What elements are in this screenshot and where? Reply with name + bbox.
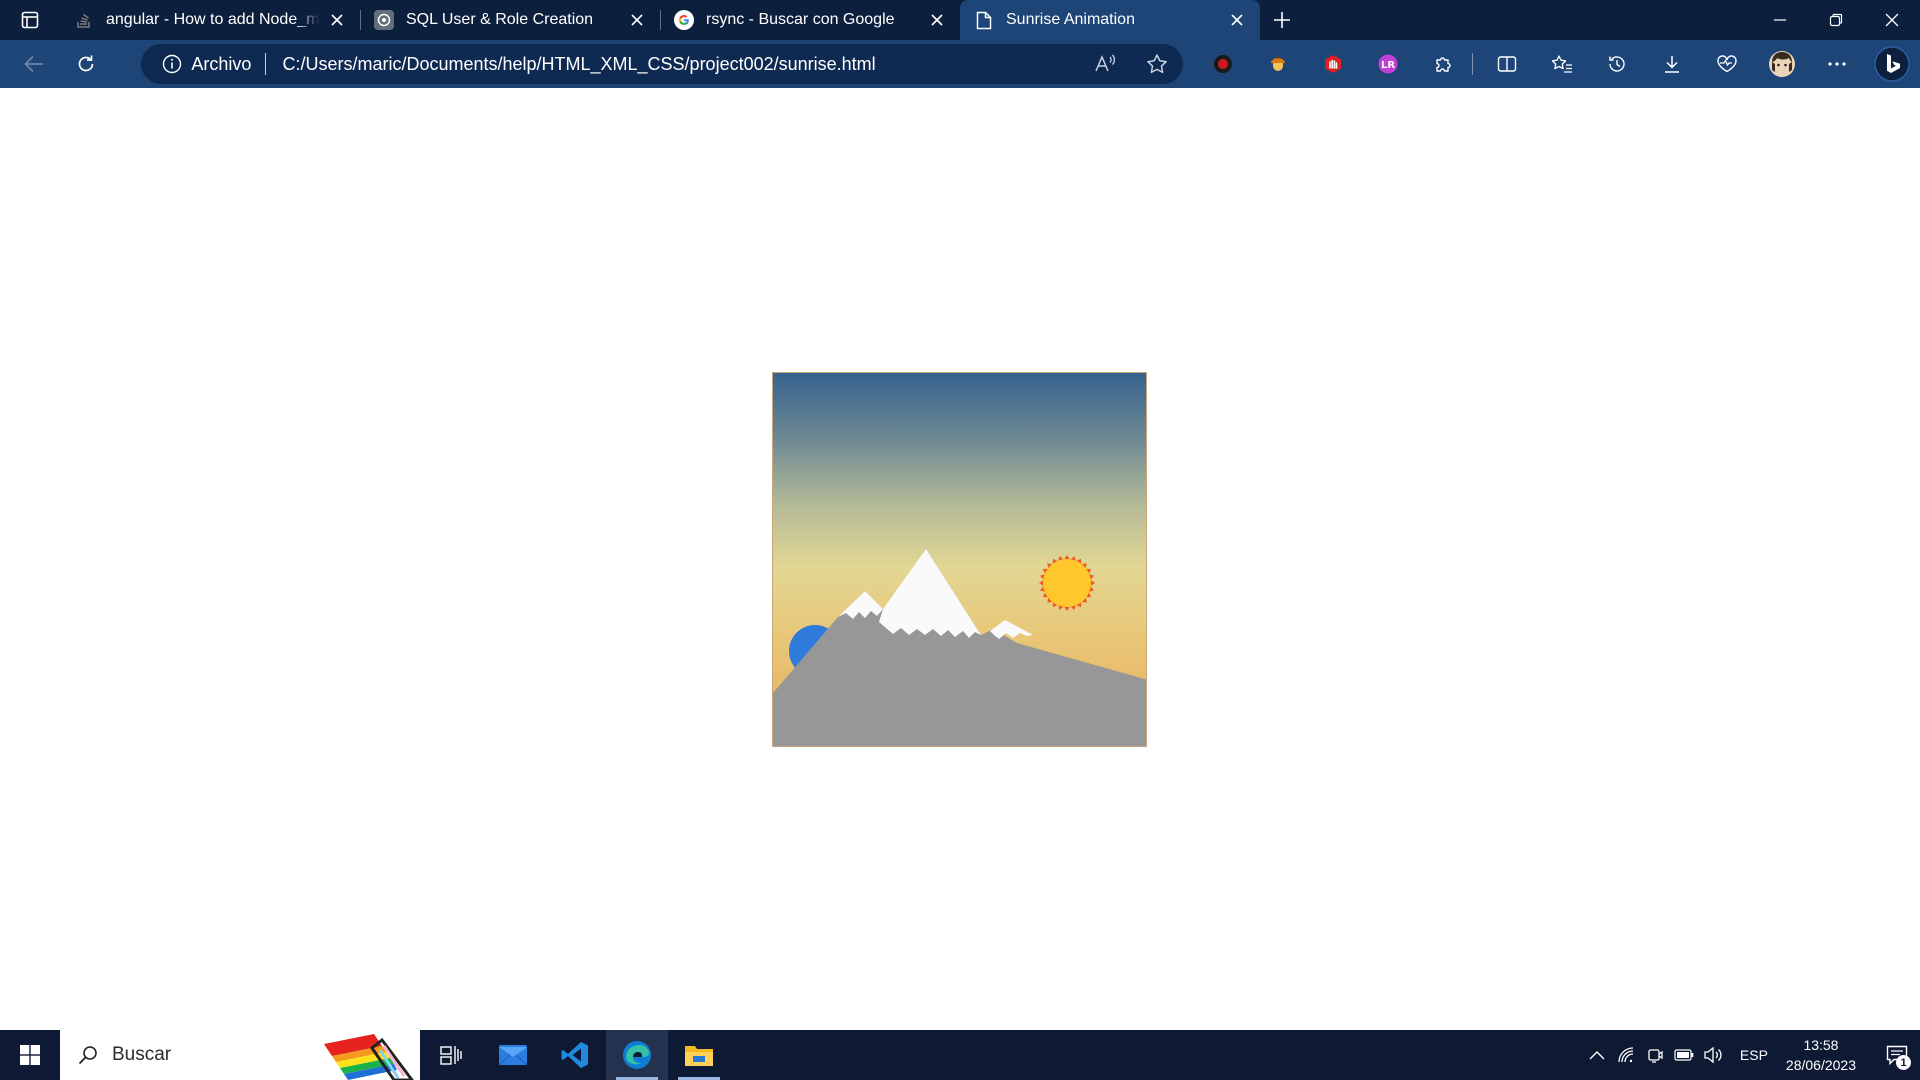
wifi-icon[interactable]	[1612, 1030, 1641, 1080]
close-window-button[interactable]	[1864, 0, 1920, 40]
restore-icon	[1829, 13, 1843, 27]
tab-title: SQL User & Role Creation	[406, 11, 594, 28]
edge-icon	[623, 1041, 651, 1069]
tab-chatgpt[interactable]: SQL User & Role Creation	[360, 0, 660, 40]
back-arrow-icon	[24, 55, 43, 73]
windows-taskbar: Buscar ESP 13:58 28/06/2023 1	[0, 1030, 1920, 1080]
bing-copilot-button[interactable]	[1864, 40, 1920, 88]
url-text[interactable]: C:/Users/maric/Documents/help/HTML_XML_C…	[282, 54, 1079, 75]
tab-actions-button[interactable]	[0, 0, 60, 40]
taskbar-search-box[interactable]: Buscar	[60, 1030, 420, 1080]
close-icon	[1885, 13, 1899, 27]
toolbar-divider	[1472, 53, 1474, 75]
snow-cap-right	[990, 620, 1033, 639]
extensions-row: LR	[1195, 40, 1864, 88]
extension-lr-icon[interactable]: LR	[1360, 40, 1415, 88]
svg-text:LR: LR	[1381, 60, 1395, 71]
restore-button[interactable]	[1808, 0, 1864, 40]
plus-icon	[1274, 12, 1290, 28]
clock[interactable]: 13:58 28/06/2023	[1778, 1030, 1874, 1080]
extension-red-hand-icon[interactable]	[1305, 40, 1360, 88]
clock-date: 28/06/2023	[1785, 1057, 1856, 1073]
page-content	[0, 88, 1920, 1030]
address-bar[interactable]: Archivo C:/Users/maric/Documents/help/HT…	[141, 44, 1184, 84]
system-tray: ESP 13:58 28/06/2023 1	[1583, 1030, 1920, 1080]
close-icon[interactable]	[626, 9, 648, 31]
url-divider	[265, 53, 267, 75]
refresh-icon	[78, 55, 93, 72]
start-button[interactable]	[0, 1030, 60, 1080]
tab-sunrise-animation[interactable]: Sunrise Animation	[960, 0, 1260, 40]
sun	[1039, 555, 1095, 611]
battery-icon[interactable]	[1670, 1030, 1699, 1080]
browser-toolbar: Archivo C:/Users/maric/Documents/help/HT…	[0, 40, 1920, 88]
extension-red-circle-icon[interactable]	[1195, 40, 1250, 88]
extensions-puzzle-icon[interactable]	[1415, 40, 1470, 88]
tab-title: angular - How to add Node_modules	[106, 11, 320, 28]
new-tab-button[interactable]	[1260, 0, 1304, 40]
close-icon[interactable]	[1226, 9, 1248, 31]
minimize-button[interactable]	[1752, 0, 1808, 40]
performance-icon[interactable]	[1699, 40, 1754, 88]
vscode-app-button[interactable]	[544, 1030, 606, 1080]
tab-strip: angular - How to add Node_modules SQL Us…	[0, 0, 1920, 40]
split-screen-icon[interactable]	[1479, 40, 1534, 88]
tab-actions-icon	[21, 11, 39, 29]
close-icon[interactable]	[926, 9, 948, 31]
clock-time: 13:58	[1803, 1037, 1839, 1053]
chatgpt-icon	[374, 10, 394, 30]
stackoverflow-icon	[74, 10, 94, 30]
close-icon[interactable]	[326, 9, 348, 31]
info-icon	[161, 53, 183, 75]
read-aloud-icon[interactable]	[1079, 44, 1131, 84]
input-language[interactable]: ESP	[1728, 1047, 1778, 1063]
search-icon	[76, 1043, 100, 1067]
search-placeholder: Buscar	[112, 1044, 172, 1065]
site-info-button[interactable]: Archivo	[141, 53, 251, 75]
tab-google[interactable]: rsync - Buscar con Google	[660, 0, 960, 40]
google-icon	[674, 10, 694, 30]
back-button[interactable]	[8, 40, 60, 88]
tab-stackoverflow[interactable]: angular - How to add Node_modules	[60, 0, 360, 40]
tab-title: Sunrise Animation	[1006, 11, 1135, 28]
task-view-button[interactable]	[420, 1030, 482, 1080]
refresh-button[interactable]	[60, 40, 112, 88]
meet-now-icon[interactable]	[1641, 1030, 1670, 1080]
mail-icon	[498, 1045, 528, 1066]
site-label: Archivo	[191, 53, 252, 74]
page-icon	[974, 10, 994, 30]
volume-icon[interactable]	[1699, 1030, 1728, 1080]
chevron-up-icon[interactable]	[1583, 1030, 1612, 1080]
extension-acorn-icon[interactable]	[1250, 40, 1305, 88]
vscode-icon	[561, 1042, 588, 1068]
search-highlight-illustration	[324, 1034, 414, 1080]
profile-avatar[interactable]	[1754, 40, 1809, 88]
more-menu-icon[interactable]	[1809, 40, 1864, 88]
downloads-icon[interactable]	[1644, 40, 1699, 88]
windows-logo-icon	[20, 1045, 40, 1065]
bing-copilot-icon	[1874, 46, 1910, 82]
sunrise-scene	[772, 372, 1147, 747]
file-explorer-app-button[interactable]	[668, 1030, 730, 1080]
favorites-icon[interactable]	[1534, 40, 1589, 88]
snow-cap-main	[879, 549, 981, 638]
window-controls	[1752, 0, 1920, 40]
file-explorer-icon	[685, 1046, 713, 1066]
notification-count-badge: 1	[1896, 1055, 1911, 1070]
tab-title: rsync - Buscar con Google	[706, 11, 895, 28]
favorite-star-icon[interactable]	[1131, 44, 1183, 84]
minimize-icon	[1774, 19, 1786, 21]
task-view-icon	[440, 1046, 462, 1065]
mail-app-button[interactable]	[482, 1030, 544, 1080]
notifications-button[interactable]: 1	[1874, 1030, 1920, 1080]
edge-app-button[interactable]	[606, 1030, 668, 1080]
history-icon[interactable]	[1589, 40, 1644, 88]
